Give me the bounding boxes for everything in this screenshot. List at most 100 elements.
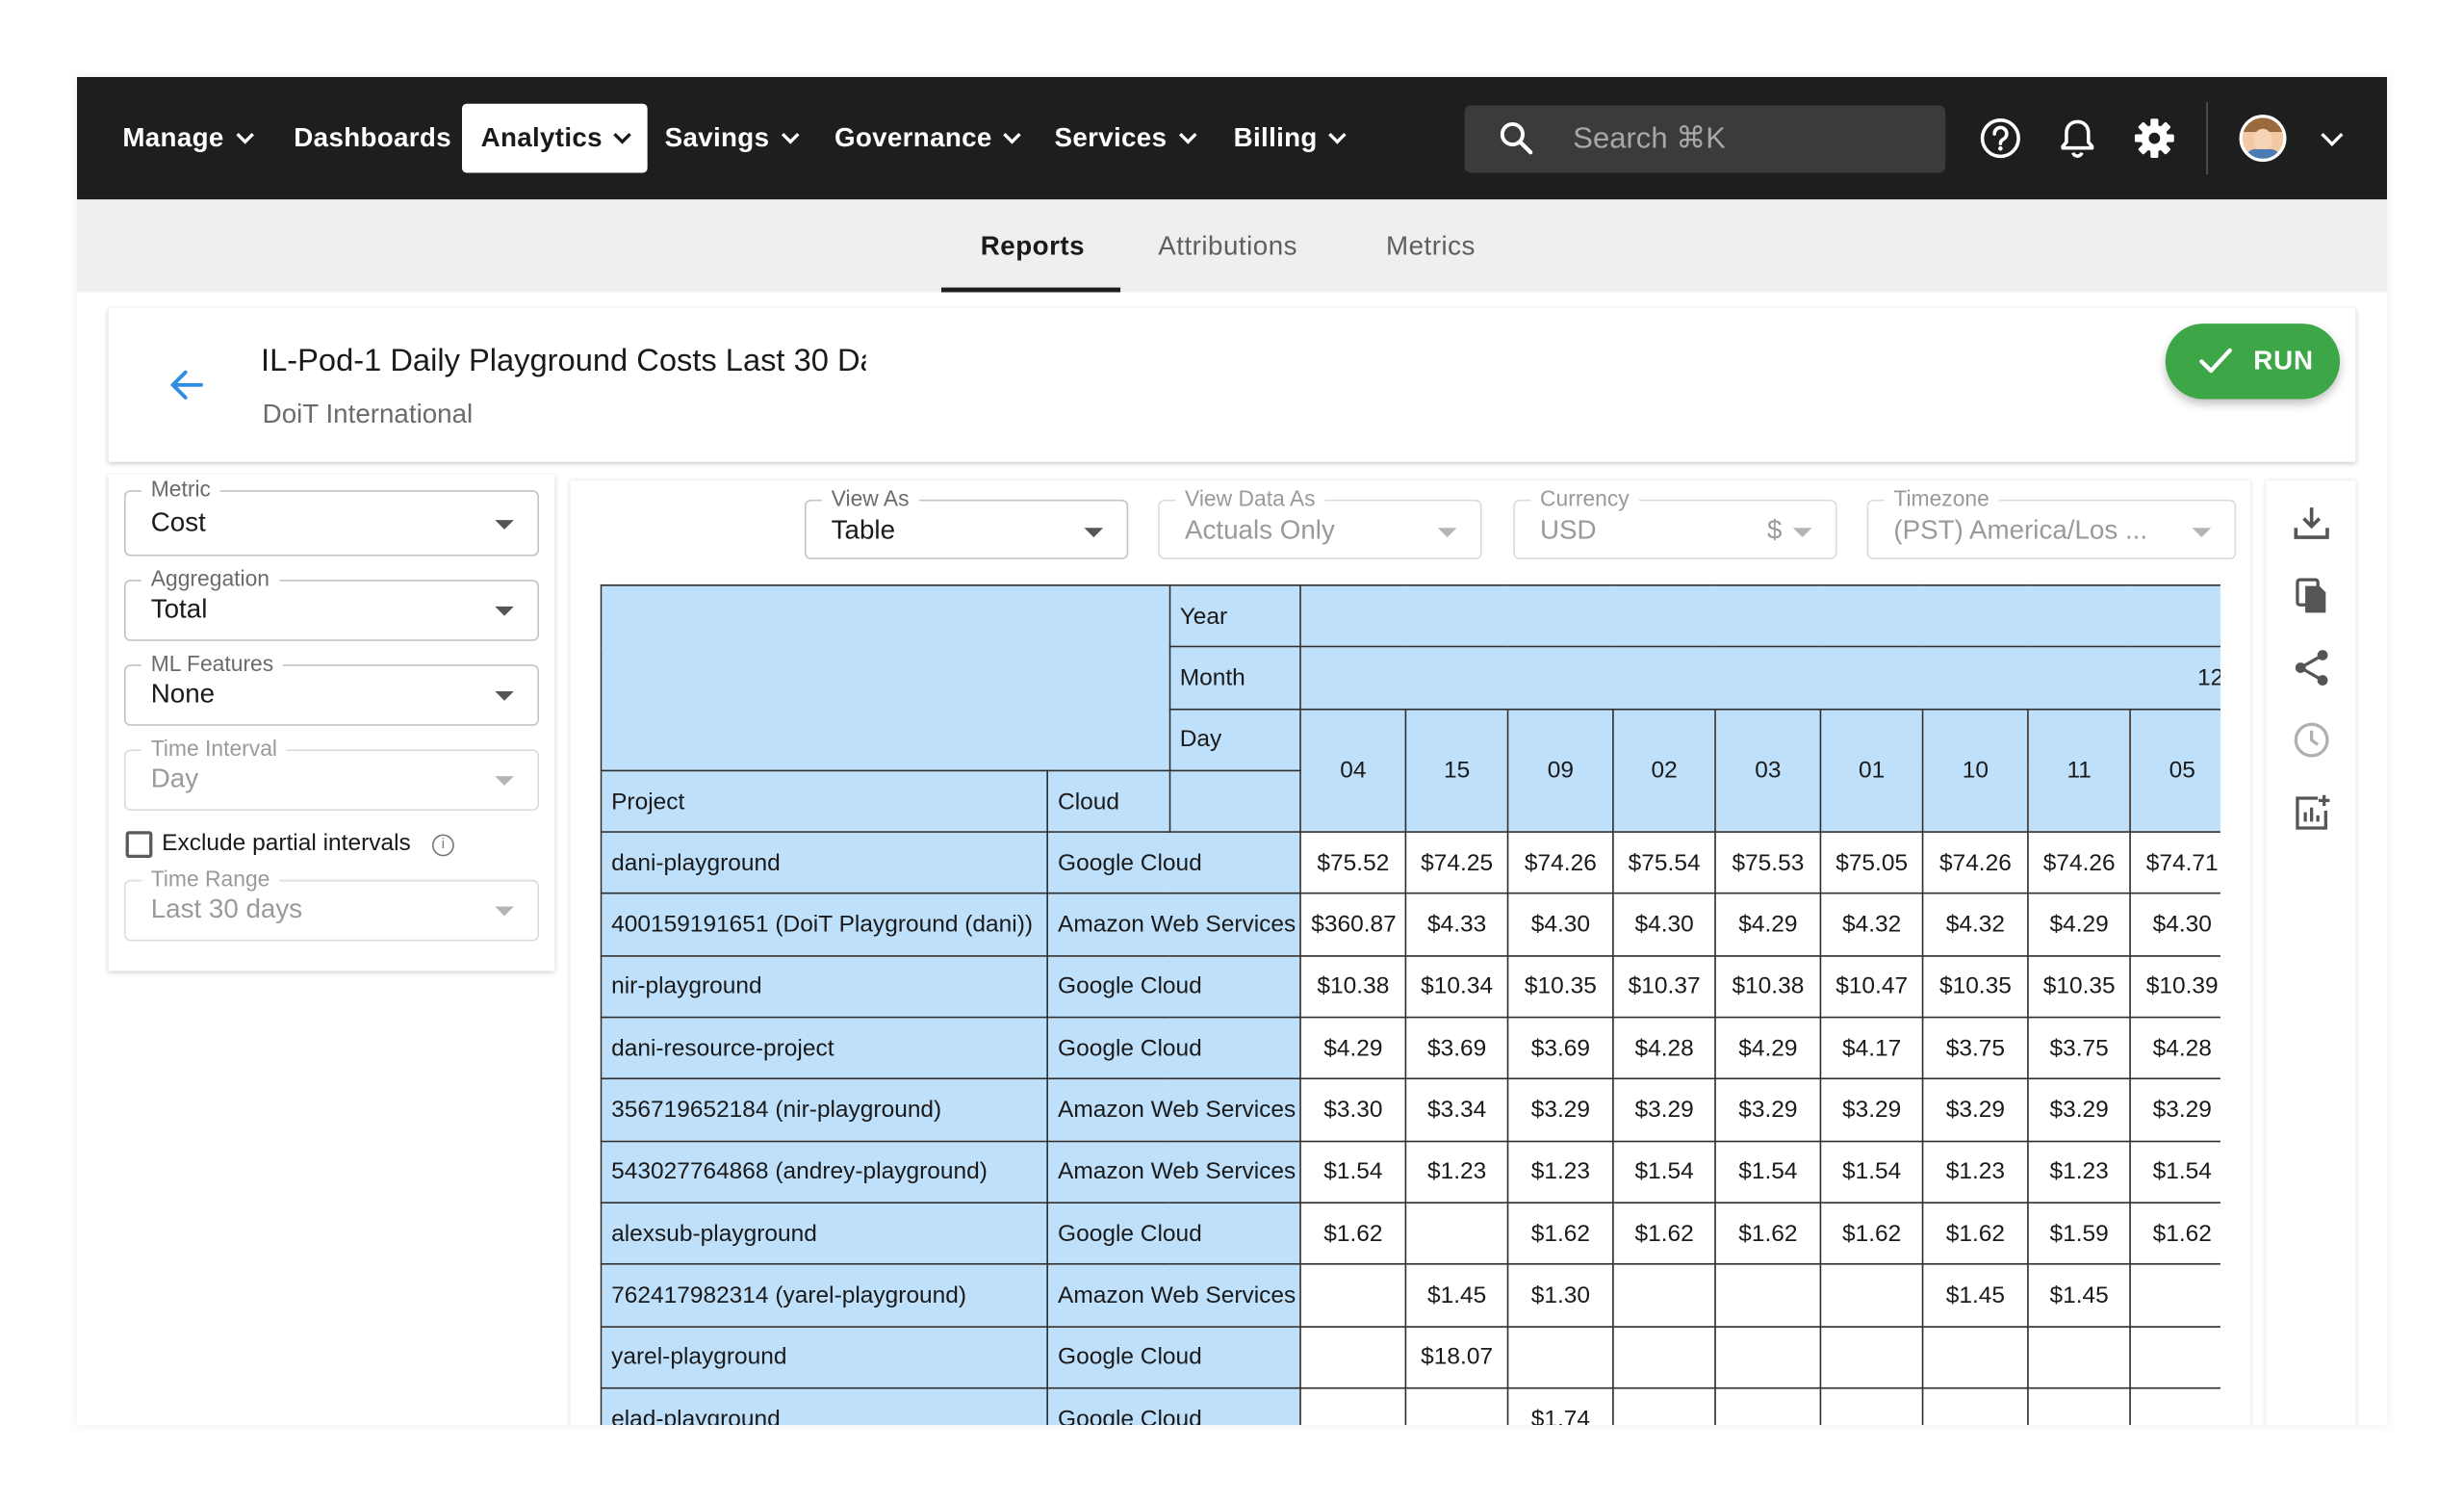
value-cell[interactable]: $360.87 <box>1299 893 1406 957</box>
cloud-cell[interactable]: Google Cloud <box>1046 1325 1302 1389</box>
help-icon[interactable] <box>1977 115 2024 162</box>
value-cell[interactable]: $3.34 <box>1404 1078 1509 1142</box>
run-button[interactable]: RUN <box>2165 324 2341 400</box>
cloud-cell[interactable]: Google Cloud <box>1046 954 1302 1019</box>
day-header-cell[interactable]: 05 <box>2129 708 2220 834</box>
value-cell[interactable]: $1.45 <box>2026 1263 2132 1328</box>
value-cell[interactable]: $4.29 <box>2026 893 2132 957</box>
value-cell[interactable]: $4.28 <box>1611 1016 1717 1080</box>
nav-governance[interactable]: Governance <box>834 104 1022 173</box>
cloud-cell[interactable]: Google Cloud <box>1046 831 1302 895</box>
share-icon[interactable] <box>2291 647 2331 687</box>
project-cell[interactable]: nir-playground <box>600 954 1049 1019</box>
nav-billing[interactable]: Billing <box>1234 104 1348 173</box>
cloud-cell[interactable]: Google Cloud <box>1046 1202 1302 1266</box>
value-cell[interactable]: $1.62 <box>1611 1202 1717 1266</box>
value-cell[interactable]: $10.35 <box>2026 954 2132 1019</box>
value-cell[interactable]: $1.54 <box>1299 1140 1406 1204</box>
value-cell[interactable]: $1.45 <box>1922 1263 2029 1328</box>
value-cell[interactable] <box>1714 1325 1822 1389</box>
value-cell[interactable]: $74.26 <box>1507 831 1614 895</box>
value-cell[interactable]: $3.29 <box>2129 1078 2220 1142</box>
value-cell[interactable]: $4.30 <box>1611 893 1717 957</box>
value-cell[interactable]: $1.62 <box>1714 1202 1822 1266</box>
value-cell[interactable]: $4.32 <box>1819 893 1924 957</box>
value-cell[interactable]: $75.52 <box>1299 831 1406 895</box>
value-cell[interactable]: $4.30 <box>2129 893 2220 957</box>
value-cell[interactable]: $1.62 <box>1299 1202 1406 1266</box>
tab-attributions[interactable]: Attributions <box>1158 199 1297 292</box>
value-cell[interactable]: $10.35 <box>1507 954 1614 1019</box>
aggregation-select[interactable]: Aggregation Total <box>123 565 539 641</box>
project-cell[interactable]: alexsub-playground <box>600 1202 1049 1266</box>
value-cell[interactable]: $3.69 <box>1404 1016 1509 1080</box>
value-cell[interactable] <box>1299 1263 1406 1328</box>
value-cell[interactable]: $1.59 <box>2026 1202 2132 1266</box>
bell-icon[interactable] <box>2054 115 2101 162</box>
value-cell[interactable] <box>2026 1325 2132 1389</box>
value-cell[interactable]: $4.30 <box>1507 893 1614 957</box>
value-cell[interactable]: $18.07 <box>1404 1325 1509 1389</box>
cloud-cell[interactable]: Amazon Web Services <box>1046 1140 1302 1204</box>
day-header-cell[interactable]: 15 <box>1404 708 1509 834</box>
value-cell[interactable]: $1.23 <box>1404 1140 1509 1204</box>
value-cell[interactable]: $1.54 <box>1819 1140 1924 1204</box>
tab-reports[interactable]: Reports <box>981 199 1085 292</box>
view-as-select[interactable]: View As Table <box>804 485 1129 559</box>
value-cell[interactable]: $3.29 <box>1507 1078 1614 1142</box>
value-cell[interactable]: $10.37 <box>1611 954 1717 1019</box>
info-icon[interactable]: i <box>431 834 454 857</box>
day-header-cell[interactable]: 04 <box>1299 708 1406 834</box>
project-cell[interactable]: 762417982314 (yarel-playground) <box>600 1263 1049 1328</box>
day-header-cell[interactable]: 09 <box>1507 708 1614 834</box>
value-cell[interactable]: $1.30 <box>1507 1263 1614 1328</box>
value-cell[interactable] <box>1819 1386 1924 1426</box>
value-cell[interactable]: $1.23 <box>1922 1140 2029 1204</box>
pivot-table-container[interactable]: Year Month 12 Day 04 15 09 02 03 01 10 1… <box>600 584 2220 1426</box>
value-cell[interactable]: $10.47 <box>1819 954 1924 1019</box>
schedule-icon[interactable] <box>2291 719 2331 760</box>
value-cell[interactable]: $3.29 <box>2026 1078 2132 1142</box>
value-cell[interactable] <box>1819 1325 1924 1389</box>
day-header-cell[interactable]: 03 <box>1714 708 1822 834</box>
value-cell[interactable]: $4.29 <box>1714 1016 1822 1080</box>
add-to-dashboard-icon[interactable] <box>2291 791 2331 832</box>
value-cell[interactable]: $1.54 <box>2129 1140 2220 1204</box>
project-header[interactable]: Project <box>600 769 1049 834</box>
project-cell[interactable]: 400159191651 (DoiT Playground (dani)) <box>600 893 1049 957</box>
value-cell[interactable]: $3.75 <box>2026 1016 2132 1080</box>
value-cell[interactable]: $4.29 <box>1714 893 1822 957</box>
value-cell[interactable]: $3.30 <box>1299 1078 1406 1142</box>
day-header-cell[interactable]: 11 <box>2026 708 2132 834</box>
tab-metrics[interactable]: Metrics <box>1386 199 1476 292</box>
value-cell[interactable] <box>1714 1386 1822 1426</box>
value-cell[interactable] <box>1611 1386 1717 1426</box>
value-cell[interactable]: $10.38 <box>1299 954 1406 1019</box>
value-cell[interactable]: $74.26 <box>1922 831 2029 895</box>
value-cell[interactable]: $74.26 <box>2026 831 2132 895</box>
view-data-as-select[interactable]: View Data As Actuals Only <box>1158 485 1482 559</box>
project-cell[interactable]: dani-playground <box>600 831 1049 895</box>
time-interval-select[interactable]: Time Interval Day <box>123 735 539 812</box>
value-cell[interactable] <box>1299 1386 1406 1426</box>
download-icon[interactable] <box>2291 503 2331 543</box>
nav-services[interactable]: Services <box>1055 104 1196 173</box>
value-cell[interactable]: $1.23 <box>1507 1140 1614 1204</box>
value-cell[interactable]: $3.69 <box>1507 1016 1614 1080</box>
value-cell[interactable]: $4.32 <box>1922 893 2029 957</box>
cloud-header[interactable]: Cloud <box>1046 769 1170 834</box>
value-cell[interactable]: $3.29 <box>1714 1078 1822 1142</box>
value-cell[interactable] <box>2129 1263 2220 1328</box>
value-cell[interactable]: $75.53 <box>1714 831 1822 895</box>
value-cell[interactable]: $1.62 <box>1922 1202 2029 1266</box>
value-cell[interactable]: $3.29 <box>1819 1078 1924 1142</box>
chevron-down-icon[interactable] <box>2321 123 2344 146</box>
cloud-cell[interactable]: Google Cloud <box>1046 1016 1302 1080</box>
value-cell[interactable]: $75.54 <box>1611 831 1717 895</box>
value-cell[interactable]: $1.62 <box>1819 1202 1924 1266</box>
value-cell[interactable]: $10.39 <box>2129 954 2220 1019</box>
value-cell[interactable]: $3.29 <box>1922 1078 2029 1142</box>
value-cell[interactable]: $74.71 <box>2129 831 2220 895</box>
value-cell[interactable] <box>1404 1202 1509 1266</box>
value-cell[interactable]: $4.17 <box>1819 1016 1924 1080</box>
